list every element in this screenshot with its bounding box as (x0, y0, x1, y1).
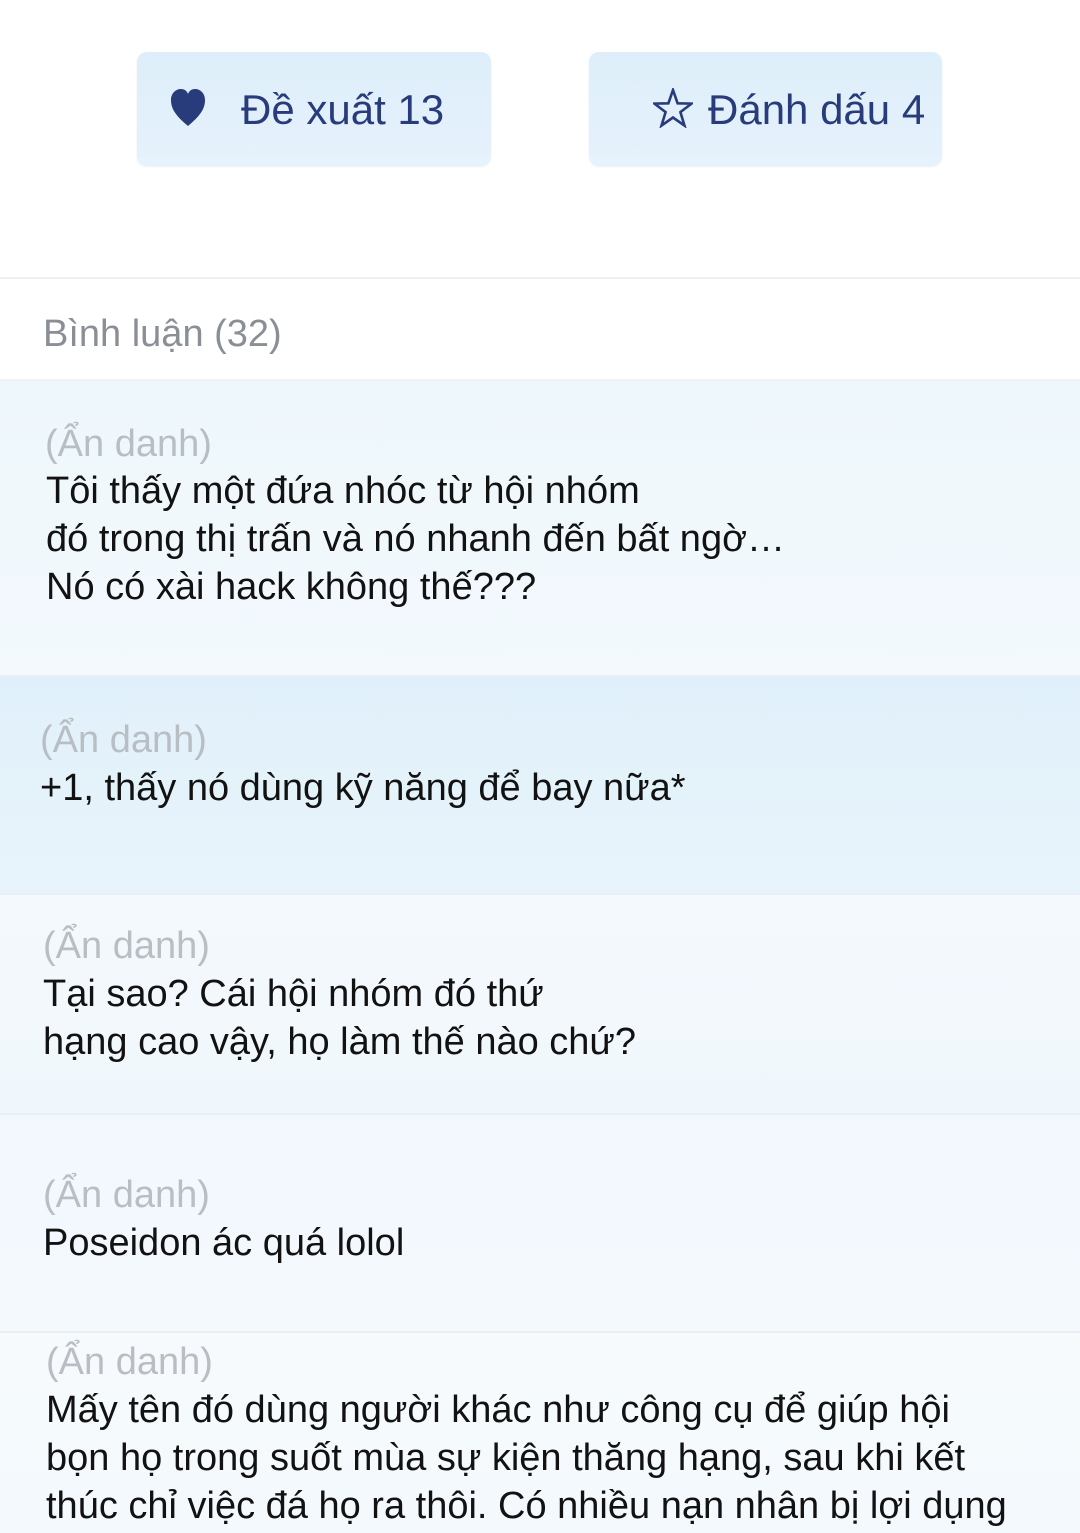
comment-author: (Ẩn danh) (46, 1341, 213, 1383)
comment-author: (Ẩn danh) (43, 1174, 210, 1216)
comment-text-line: Nó có xài hack không thế??? (46, 566, 537, 608)
star-icon (650, 86, 696, 129)
comment-item[interactable]: (Ẩn danh) Tôi thấy một đứa nhóc từ hội n… (0, 381, 1080, 677)
comment-text-line: hạng cao vậy, họ làm thế nào chứ? (43, 1021, 637, 1063)
action-bar: Đề xuất 13 Đánh dấu 4 (0, 0, 1080, 278)
recommend-label: Đề xuất 13 (241, 86, 445, 133)
comment-text-line: đó trong thị trấn và nó nhanh đến bất ng… (46, 518, 785, 560)
comment-text-line: Tôi thấy một đứa nhóc từ hội nhóm (46, 470, 640, 512)
bookmark-label: Đánh dấu 4 (708, 86, 926, 133)
comment-text-line: bọn họ trong suốt mùa sự kiện thăng hạng… (46, 1437, 966, 1479)
comment-item[interactable]: (Ẩn danh) Tại sao? Cái hội nhóm đó thứ h… (0, 895, 1080, 1115)
comments-header: Bình luận (32) (0, 279, 1080, 381)
comment-text-line: +1, thấy nó dùng kỹ năng để bay nữa* (40, 767, 686, 809)
comment-item[interactable]: (Ẩn danh) Poseidon ác quá lolol (0, 1115, 1080, 1333)
heart-icon (170, 88, 206, 128)
comment-text-line: Tại sao? Cái hội nhóm đó thứ (43, 973, 544, 1015)
comment-text-line: Poseidon ác quá lolol (43, 1222, 405, 1264)
comments-count-title: Bình luận (32) (43, 313, 282, 355)
comment-author: (Ẩn danh) (40, 719, 207, 761)
comment-author: (Ẩn danh) (45, 423, 212, 465)
comment-author: (Ẩn danh) (43, 925, 210, 967)
comment-item[interactable]: (Ẩn danh) Mấy tên đó dùng người khác như… (0, 1333, 1080, 1533)
comment-text-line: Mấy tên đó dùng người khác như công cụ đ… (46, 1389, 950, 1431)
recommend-button[interactable]: Đề xuất 13 (137, 52, 491, 166)
comment-item[interactable]: (Ẩn danh) +1, thấy nó dùng kỹ năng để ba… (0, 677, 1080, 895)
comment-text-line: thúc chỉ việc đá họ ra thôi. Có nhiều nạ… (46, 1485, 1007, 1527)
bookmark-button[interactable]: Đánh dấu 4 (589, 52, 942, 166)
